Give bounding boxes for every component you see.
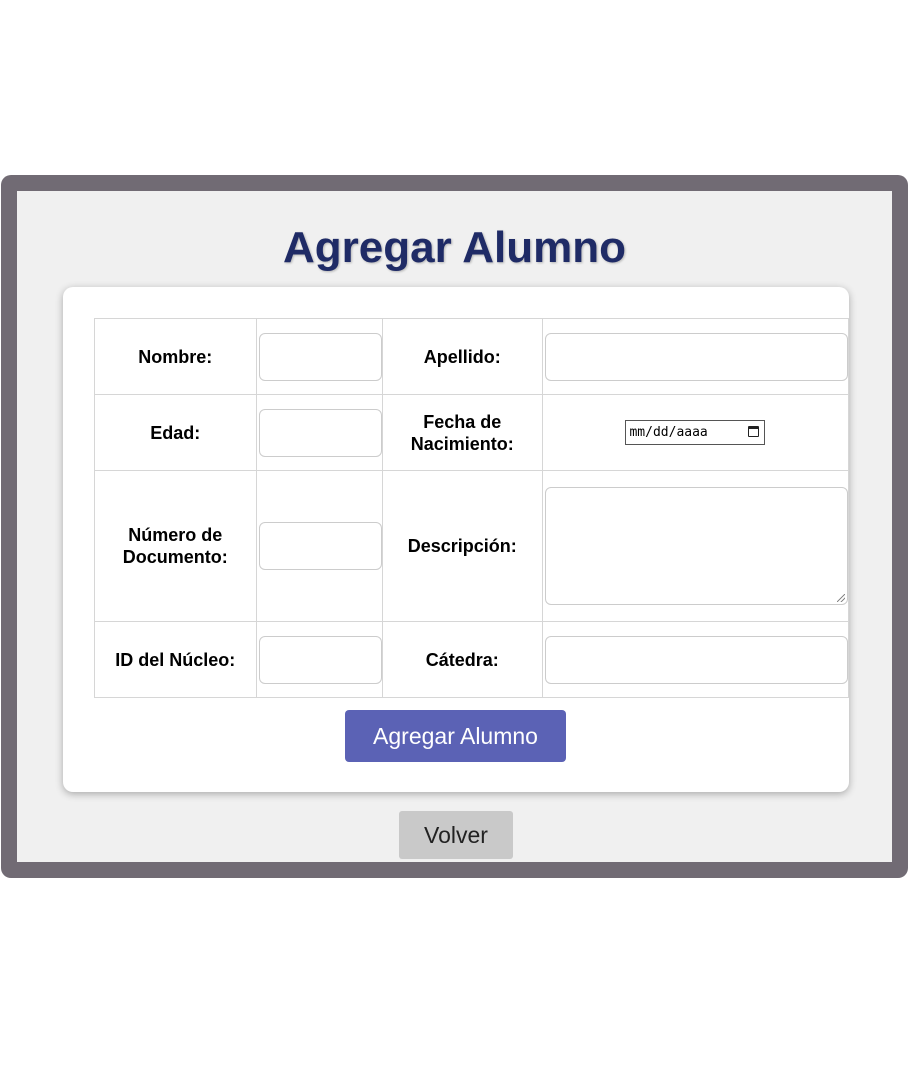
numero-documento-label-line1: Número de <box>128 525 223 545</box>
descripcion-label: Descripción: <box>381 470 543 622</box>
fecha-nacimiento-cell: mm/dd/aaaa <box>541 394 850 471</box>
page-title: Agregar Alumno <box>282 223 627 272</box>
fecha-nacimiento-placeholder: mm/dd/aaaa <box>629 425 708 440</box>
calendar-icon[interactable] <box>748 426 760 437</box>
fecha-nacimiento-label-line1: Fecha de <box>423 411 502 432</box>
form-row: Edad: Fecha de Nacimiento: mm/dd/aaaa <box>94 394 850 471</box>
fecha-nacimiento-input[interactable]: mm/dd/aaaa <box>625 420 766 445</box>
student-form-table: Nombre: Apellido: Edad: Fecha de Nacimie… <box>94 318 850 698</box>
numero-documento-label: Número de Documento: <box>94 470 257 622</box>
nombre-label: Nombre: <box>94 318 257 395</box>
numero-documento-cell <box>255 470 383 622</box>
catedra-cell <box>541 621 850 698</box>
agregar-alumno-button[interactable]: Agregar Alumno <box>345 710 566 762</box>
apellido-label: Apellido: <box>381 318 543 395</box>
fecha-nacimiento-label: Fecha de Nacimiento: <box>381 394 543 471</box>
apellido-input[interactable] <box>544 332 848 381</box>
id-nucleo-input[interactable] <box>258 635 382 684</box>
form-row: Número de Documento: Descripción: <box>94 470 850 622</box>
app-frame: Agregar Alumno Nombre: Apellido: Edad: F… <box>1 175 908 878</box>
volver-button[interactable]: Volver <box>399 811 513 859</box>
nombre-cell <box>255 318 383 395</box>
numero-documento-input[interactable] <box>258 522 382 570</box>
catedra-input[interactable] <box>544 635 848 684</box>
apellido-cell <box>541 318 850 395</box>
edad-input[interactable] <box>258 408 382 457</box>
page-panel: Agregar Alumno Nombre: Apellido: Edad: F… <box>17 191 892 862</box>
form-row: Nombre: Apellido: <box>94 318 850 395</box>
id-nucleo-label: ID del Núcleo: <box>94 621 257 698</box>
numero-documento-label-line2: Documento: <box>122 547 228 567</box>
form-card: Nombre: Apellido: Edad: Fecha de Nacimie… <box>63 287 850 792</box>
edad-label: Edad: <box>94 394 257 471</box>
form-row: ID del Núcleo: Cátedra: <box>94 621 850 698</box>
descripcion-textarea[interactable] <box>544 487 848 605</box>
nombre-input[interactable] <box>258 332 382 381</box>
edad-cell <box>255 394 383 471</box>
id-nucleo-cell <box>255 621 383 698</box>
catedra-label: Cátedra: <box>381 621 543 698</box>
descripcion-cell <box>541 470 850 622</box>
fecha-nacimiento-label-line2: Nacimiento: <box>410 433 514 454</box>
resize-handle-icon[interactable] <box>836 594 845 602</box>
